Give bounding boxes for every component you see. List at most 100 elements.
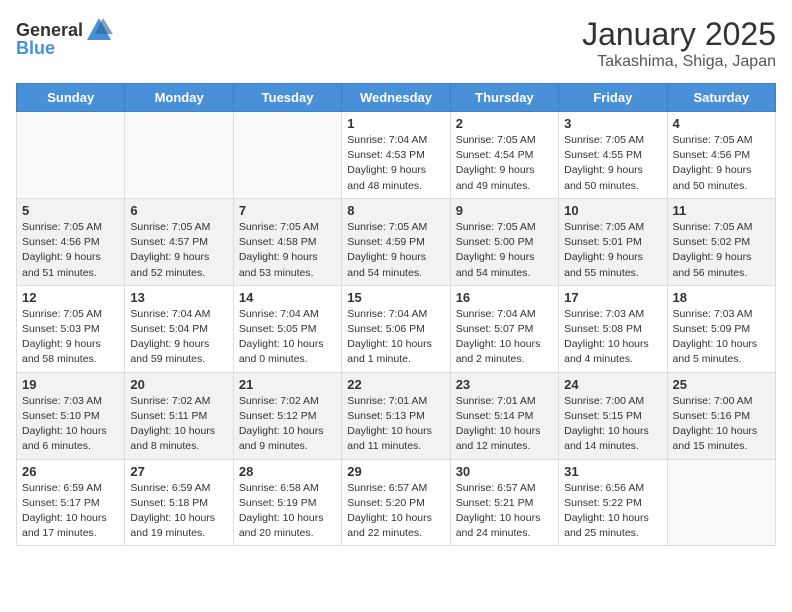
day-info: Sunrise: 6:59 AM Sunset: 5:17 PM Dayligh…	[22, 481, 119, 542]
calendar-cell: 27 Sunrise: 6:59 AM Sunset: 5:18 PM Dayli…	[125, 459, 233, 546]
location-title: Takashima, Shiga, Japan	[582, 53, 776, 71]
calendar-cell: 22 Sunrise: 7:01 AM Sunset: 5:13 PM Dayli…	[342, 372, 450, 459]
day-number: 31	[564, 464, 661, 479]
page-header: General Blue January 2025 Takashima, Shi…	[16, 16, 776, 71]
day-number: 25	[673, 377, 770, 392]
day-info: Sunrise: 7:00 AM Sunset: 5:16 PM Dayligh…	[673, 394, 770, 455]
day-number: 17	[564, 290, 661, 305]
day-info: Sunrise: 7:04 AM Sunset: 5:06 PM Dayligh…	[347, 307, 444, 368]
calendar-cell: 13 Sunrise: 7:04 AM Sunset: 5:04 PM Dayli…	[125, 285, 233, 372]
weekday-header-wednesday: Wednesday	[342, 84, 450, 112]
day-info: Sunrise: 7:00 AM Sunset: 5:15 PM Dayligh…	[564, 394, 661, 455]
calendar-week-5: 26Sunrise: 6:59 AM Sunset: 5:17 PM Dayli…	[17, 459, 776, 546]
day-number: 1	[347, 116, 444, 131]
calendar-cell: 1 Sunrise: 7:04 AM Sunset: 4:53 PM Daylig…	[342, 112, 450, 199]
day-number: 3	[564, 116, 661, 131]
day-number: 8	[347, 203, 444, 218]
calendar-cell: 8 Sunrise: 7:05 AM Sunset: 4:59 PM Daylig…	[342, 198, 450, 285]
day-number: 2	[456, 116, 553, 131]
day-number: 22	[347, 377, 444, 392]
day-number: 28	[239, 464, 336, 479]
day-info: Sunrise: 7:02 AM Sunset: 5:12 PM Dayligh…	[239, 394, 336, 455]
weekday-header-monday: Monday	[125, 84, 233, 112]
calendar-cell	[233, 112, 341, 199]
day-info: Sunrise: 6:57 AM Sunset: 5:20 PM Dayligh…	[347, 481, 444, 542]
day-info: Sunrise: 7:04 AM Sunset: 4:53 PM Dayligh…	[347, 133, 444, 194]
calendar-cell: 23 Sunrise: 7:01 AM Sunset: 5:14 PM Dayli…	[450, 372, 558, 459]
day-info: Sunrise: 7:04 AM Sunset: 5:04 PM Dayligh…	[130, 307, 227, 368]
day-info: Sunrise: 7:05 AM Sunset: 4:55 PM Dayligh…	[564, 133, 661, 194]
day-info: Sunrise: 7:03 AM Sunset: 5:08 PM Dayligh…	[564, 307, 661, 368]
day-info: Sunrise: 7:05 AM Sunset: 5:02 PM Dayligh…	[673, 220, 770, 281]
day-number: 12	[22, 290, 119, 305]
logo-blue: Blue	[16, 38, 55, 59]
day-number: 4	[673, 116, 770, 131]
day-info: Sunrise: 6:58 AM Sunset: 5:19 PM Dayligh…	[239, 481, 336, 542]
calendar-week-3: 12 Sunrise: 7:05 AM Sunset: 5:03 PM Dayli…	[17, 285, 776, 372]
calendar-cell: 5 Sunrise: 7:05 AM Sunset: 4:56 PM Daylig…	[17, 198, 125, 285]
month-title: January 2025	[582, 16, 776, 53]
calendar-cell: 28 Sunrise: 6:58 AM Sunset: 5:19 PM Dayli…	[233, 459, 341, 546]
day-info: Sunrise: 7:05 AM Sunset: 5:01 PM Dayligh…	[564, 220, 661, 281]
calendar-cell: 10Sunrise: 7:05 AM Sunset: 5:01 PM Dayli…	[559, 198, 667, 285]
day-number: 14	[239, 290, 336, 305]
day-info: Sunrise: 7:05 AM Sunset: 4:59 PM Dayligh…	[347, 220, 444, 281]
day-info: Sunrise: 6:59 AM Sunset: 5:18 PM Dayligh…	[130, 481, 227, 542]
day-info: Sunrise: 7:05 AM Sunset: 5:00 PM Dayligh…	[456, 220, 553, 281]
calendar-cell: 14Sunrise: 7:04 AM Sunset: 5:05 PM Dayli…	[233, 285, 341, 372]
calendar-cell: 18 Sunrise: 7:03 AM Sunset: 5:09 PM Dayli…	[667, 285, 775, 372]
calendar-cell: 31 Sunrise: 6:56 AM Sunset: 5:22 PM Dayli…	[559, 459, 667, 546]
day-info: Sunrise: 7:01 AM Sunset: 5:13 PM Dayligh…	[347, 394, 444, 455]
calendar-cell: 9 Sunrise: 7:05 AM Sunset: 5:00 PM Daylig…	[450, 198, 558, 285]
day-info: Sunrise: 7:05 AM Sunset: 4:58 PM Dayligh…	[239, 220, 336, 281]
day-number: 9	[456, 203, 553, 218]
calendar-cell: 19Sunrise: 7:03 AM Sunset: 5:10 PM Dayli…	[17, 372, 125, 459]
day-number: 23	[456, 377, 553, 392]
calendar-cell: 26Sunrise: 6:59 AM Sunset: 5:17 PM Dayli…	[17, 459, 125, 546]
day-number: 18	[673, 290, 770, 305]
day-info: Sunrise: 7:01 AM Sunset: 5:14 PM Dayligh…	[456, 394, 553, 455]
day-number: 24	[564, 377, 661, 392]
day-number: 20	[130, 377, 227, 392]
calendar-week-1: 1 Sunrise: 7:04 AM Sunset: 4:53 PM Daylig…	[17, 112, 776, 199]
calendar-cell: 20Sunrise: 7:02 AM Sunset: 5:11 PM Dayli…	[125, 372, 233, 459]
calendar-cell: 3 Sunrise: 7:05 AM Sunset: 4:55 PM Daylig…	[559, 112, 667, 199]
calendar-cell: 29Sunrise: 6:57 AM Sunset: 5:20 PM Dayli…	[342, 459, 450, 546]
day-number: 6	[130, 203, 227, 218]
calendar-cell: 17 Sunrise: 7:03 AM Sunset: 5:08 PM Dayli…	[559, 285, 667, 372]
day-info: Sunrise: 7:05 AM Sunset: 4:56 PM Dayligh…	[22, 220, 119, 281]
weekday-header-row: SundayMondayTuesdayWednesdayThursdayFrid…	[17, 84, 776, 112]
weekday-header-tuesday: Tuesday	[233, 84, 341, 112]
day-info: Sunrise: 7:05 AM Sunset: 4:57 PM Dayligh…	[130, 220, 227, 281]
calendar-cell: 21 Sunrise: 7:02 AM Sunset: 5:12 PM Dayli…	[233, 372, 341, 459]
calendar-cell: 30Sunrise: 6:57 AM Sunset: 5:21 PM Dayli…	[450, 459, 558, 546]
day-number: 7	[239, 203, 336, 218]
day-number: 11	[673, 203, 770, 218]
day-info: Sunrise: 7:05 AM Sunset: 5:03 PM Dayligh…	[22, 307, 119, 368]
calendar-cell: 12 Sunrise: 7:05 AM Sunset: 5:03 PM Dayli…	[17, 285, 125, 372]
weekday-header-thursday: Thursday	[450, 84, 558, 112]
weekday-header-sunday: Sunday	[17, 84, 125, 112]
calendar-cell: 7 Sunrise: 7:05 AM Sunset: 4:58 PM Daylig…	[233, 198, 341, 285]
day-info: Sunrise: 7:05 AM Sunset: 4:56 PM Dayligh…	[673, 133, 770, 194]
day-number: 21	[239, 377, 336, 392]
title-area: January 2025 Takashima, Shiga, Japan	[582, 16, 776, 71]
day-number: 15	[347, 290, 444, 305]
logo-icon	[85, 16, 113, 44]
calendar-cell: 2Sunrise: 7:05 AM Sunset: 4:54 PM Daylig…	[450, 112, 558, 199]
calendar-week-2: 5 Sunrise: 7:05 AM Sunset: 4:56 PM Daylig…	[17, 198, 776, 285]
weekday-header-saturday: Saturday	[667, 84, 775, 112]
day-info: Sunrise: 7:03 AM Sunset: 5:09 PM Dayligh…	[673, 307, 770, 368]
day-info: Sunrise: 6:56 AM Sunset: 5:22 PM Dayligh…	[564, 481, 661, 542]
weekday-header-friday: Friday	[559, 84, 667, 112]
calendar-cell: 25 Sunrise: 7:00 AM Sunset: 5:16 PM Dayli…	[667, 372, 775, 459]
calendar-cell: 4 Sunrise: 7:05 AM Sunset: 4:56 PM Daylig…	[667, 112, 775, 199]
day-number: 13	[130, 290, 227, 305]
day-number: 27	[130, 464, 227, 479]
calendar-table: SundayMondayTuesdayWednesdayThursdayFrid…	[16, 83, 776, 546]
day-number: 5	[22, 203, 119, 218]
day-info: Sunrise: 6:57 AM Sunset: 5:21 PM Dayligh…	[456, 481, 553, 542]
calendar-cell: 15 Sunrise: 7:04 AM Sunset: 5:06 PM Dayli…	[342, 285, 450, 372]
calendar-cell	[667, 459, 775, 546]
day-number: 16	[456, 290, 553, 305]
